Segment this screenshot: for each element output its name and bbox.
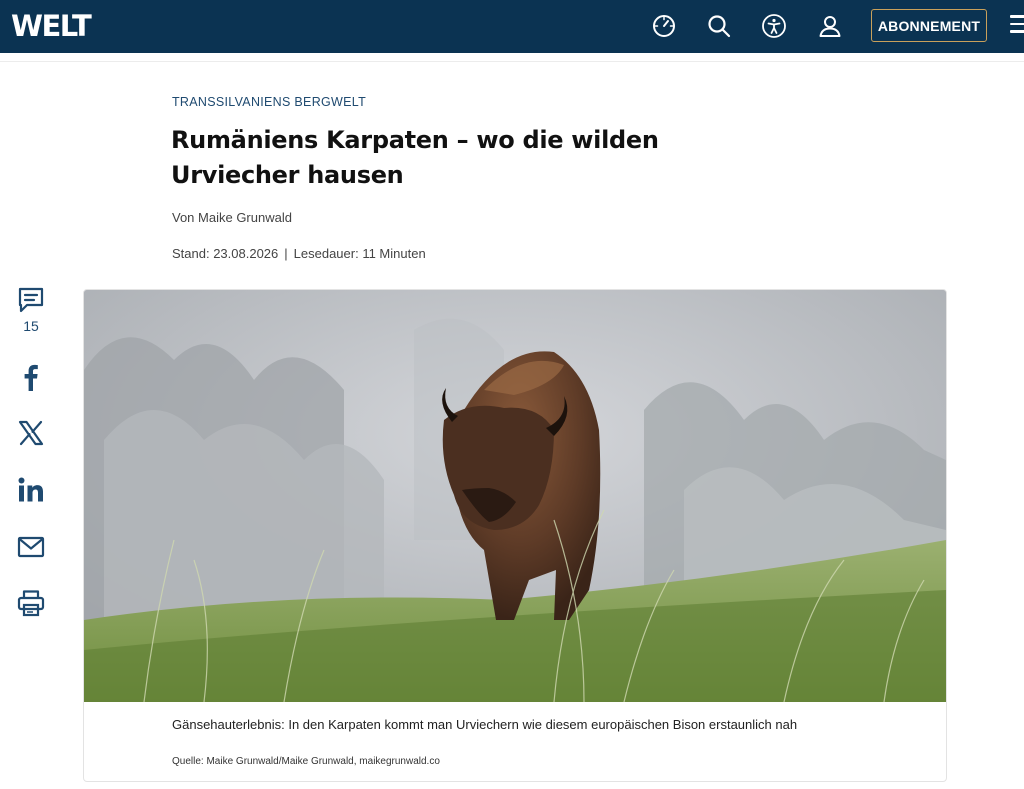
header-divider: [0, 53, 1024, 62]
x-icon: [18, 420, 44, 446]
article-author: Von Maike Grunwald: [172, 210, 292, 225]
article-kicker[interactable]: TRANSSILVANIENS BERGWELT: [172, 95, 366, 109]
welt-logo[interactable]: WELT: [11, 9, 92, 43]
linkedin-icon: [18, 477, 43, 502]
reading-time: Lesedauer: 11 Minuten: [293, 246, 426, 261]
accessibility-icon[interactable]: [760, 12, 788, 40]
top-navigation-bar: WELT ABONNEMENT: [0, 0, 1024, 53]
search-icon[interactable]: [705, 12, 733, 40]
print-icon: [17, 590, 45, 617]
figure-caption: Gänsehauterlebnis: In den Karpaten kommt…: [172, 717, 798, 732]
comment-count: 15: [23, 318, 39, 334]
figure-credit: Quelle: Maike Grunwald/Maike Grunwald, m…: [172, 756, 440, 767]
print-button[interactable]: [14, 588, 48, 618]
share-x-button[interactable]: [14, 418, 48, 448]
comments-button[interactable]: 15: [14, 285, 48, 334]
mail-icon: [17, 536, 45, 558]
subscribe-button[interactable]: ABONNEMENT: [871, 9, 987, 42]
share-linkedin-button[interactable]: [14, 475, 48, 505]
hero-image-bison[interactable]: [84, 290, 946, 702]
article-meta: Stand: 23.08.2026 | Lesedauer: 11 Minute…: [172, 246, 426, 261]
facebook-icon: [24, 364, 38, 391]
meta-separator: |: [284, 246, 288, 261]
share-facebook-button[interactable]: [14, 362, 48, 392]
menu-icon[interactable]: [1010, 15, 1024, 37]
share-mail-button[interactable]: [14, 532, 48, 562]
clock-icon[interactable]: [650, 12, 678, 40]
article-title: Rumäniens Karpaten – wo die wilden Urvie…: [171, 126, 659, 189]
comment-icon: [18, 287, 44, 313]
article-date: Stand: 23.08.2026: [172, 246, 279, 261]
user-icon[interactable]: [816, 12, 844, 40]
article-figure: Gänsehauterlebnis: In den Karpaten kommt…: [83, 289, 947, 782]
